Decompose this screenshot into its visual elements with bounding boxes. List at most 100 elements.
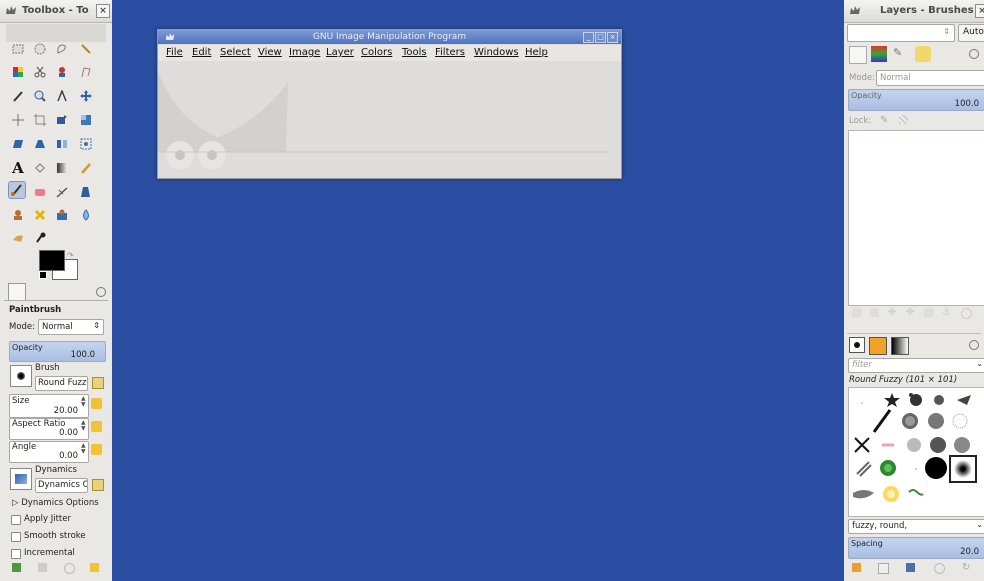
brush-thumb[interactable]: [877, 456, 899, 480]
tab-paths[interactable]: ✎: [893, 46, 909, 62]
duplicate-layer-icon[interactable]: [924, 308, 933, 317]
paintbrush-tool-icon[interactable]: [8, 181, 26, 199]
brush-thumb[interactable]: [871, 408, 893, 434]
opacity-slider[interactable]: Opacity 100.0: [9, 341, 106, 362]
scale-tool-icon[interactable]: [77, 111, 95, 129]
brush-thumb[interactable]: [903, 434, 925, 456]
tab-layers[interactable]: [849, 46, 867, 64]
brush-preview-button[interactable]: [10, 365, 32, 387]
dynamics-preview-button[interactable]: [10, 468, 32, 490]
delete-layer-icon[interactable]: [961, 308, 972, 319]
tab-menu-icon[interactable]: [96, 287, 106, 297]
brush-grid[interactable]: · ·: [848, 387, 984, 517]
aspect-ratio-spinner[interactable]: Aspect Ratio 0.00 ▲ ▼: [9, 418, 89, 440]
angle-reset-icon[interactable]: [91, 444, 102, 455]
ellipse-select-tool-icon[interactable]: [31, 40, 49, 58]
ink-tool-icon[interactable]: [77, 183, 95, 201]
refresh-brushes-icon[interactable]: ↻: [962, 562, 970, 573]
cage-transform-tool-icon[interactable]: [77, 135, 95, 153]
layers-list[interactable]: [848, 130, 984, 306]
fuzzy-select-tool-icon[interactable]: [77, 40, 95, 58]
spacing-slider[interactable]: Spacing 20.0: [848, 537, 984, 559]
free-select-tool-icon[interactable]: [53, 40, 71, 58]
menu-tools[interactable]: Tools: [402, 47, 427, 58]
text-tool-icon[interactable]: A: [9, 159, 27, 177]
layers-mode-select[interactable]: Normal: [876, 70, 984, 86]
clone-tool-icon[interactable]: [9, 206, 27, 224]
smudge-tool-icon[interactable]: [9, 229, 27, 247]
select-by-color-tool-icon[interactable]: [9, 63, 27, 81]
airbrush-tool-icon[interactable]: [53, 183, 71, 201]
brush-thumb[interactable]: [925, 410, 947, 432]
tab-undo[interactable]: [915, 46, 931, 62]
lock-pixels-icon[interactable]: ✎: [880, 115, 888, 126]
gimp-titlebar[interactable]: GNU Image Manipulation Program _ □ ×: [158, 30, 621, 44]
crop-tool-icon[interactable]: [31, 111, 49, 129]
aspect-reset-icon[interactable]: [91, 421, 102, 432]
brush-filter-input[interactable]: filter ⌄: [848, 358, 984, 373]
apply-jitter-checkbox[interactable]: [11, 515, 21, 525]
brush-tags-input[interactable]: fuzzy, round, ⌄: [848, 519, 984, 534]
menu-edit[interactable]: Edit: [192, 47, 211, 58]
swap-colors-icon[interactable]: ↷: [67, 251, 74, 260]
reset-options-icon[interactable]: [90, 563, 99, 572]
brush-thumb[interactable]: [923, 455, 949, 481]
brush-thumb[interactable]: [879, 482, 903, 506]
maximize-icon[interactable]: □: [595, 32, 606, 43]
menu-image[interactable]: Image: [289, 47, 320, 58]
brush-thumb[interactable]: [851, 484, 877, 506]
brush-thumb[interactable]: [853, 458, 875, 480]
scissors-select-tool-icon[interactable]: [31, 63, 49, 81]
save-options-icon[interactable]: [12, 563, 21, 572]
menu-layer[interactable]: Layer: [326, 47, 354, 58]
brush-thumb[interactable]: [851, 434, 873, 456]
menu-select[interactable]: Select: [220, 47, 251, 58]
bucket-fill-tool-icon[interactable]: [31, 159, 49, 177]
foreground-color-swatch[interactable]: [39, 250, 65, 271]
heal-tool-icon[interactable]: [31, 206, 49, 224]
new-group-icon[interactable]: [870, 308, 879, 317]
delete-options-icon[interactable]: [64, 563, 75, 574]
color-picker-tool-icon[interactable]: [9, 87, 27, 105]
reset-dynamics-icon[interactable]: [92, 479, 104, 491]
menu-view[interactable]: View: [258, 47, 282, 58]
lower-layer-icon[interactable]: ✥: [906, 307, 914, 318]
raise-layer-icon[interactable]: ✥: [888, 307, 896, 318]
foreground-select-tool-icon[interactable]: [53, 63, 71, 81]
size-reset-icon[interactable]: [91, 398, 102, 409]
dodge-burn-tool-icon[interactable]: [31, 229, 49, 247]
toolbox-titlebar[interactable]: Toolbox - To ×: [0, 0, 112, 23]
incremental-checkbox[interactable]: [11, 549, 21, 559]
brush-thumb[interactable]: ·: [851, 392, 873, 414]
delete-brush-icon[interactable]: [934, 563, 945, 574]
reset-colors-icon[interactable]: [39, 271, 47, 279]
image-selector[interactable]: ⇕: [847, 24, 955, 42]
zoom-tool-icon[interactable]: [31, 87, 49, 105]
brush-thumb[interactable]: [905, 482, 927, 504]
blur-tool-icon[interactable]: [77, 206, 95, 224]
rect-select-tool-icon[interactable]: [9, 40, 27, 58]
menu-filters[interactable]: Filters: [435, 47, 465, 58]
flip-tool-icon[interactable]: [53, 135, 71, 153]
layers-titlebar[interactable]: Layers - Brushes ×: [844, 0, 984, 23]
size-spinner[interactable]: Size 20.00 ▲ ▼: [9, 394, 89, 418]
rotate-tool-icon[interactable]: [53, 111, 71, 129]
dynamics-options-expander[interactable]: ▷ Dynamics Options: [12, 498, 99, 508]
brush-thumb[interactable]: [953, 389, 975, 411]
brush-thumb[interactable]: [949, 410, 971, 432]
move-tool-icon[interactable]: [77, 87, 95, 105]
brush-thumb[interactable]: [927, 434, 949, 456]
auto-button[interactable]: Auto: [958, 24, 984, 42]
brush-thumb[interactable]: [951, 434, 973, 456]
tool-options-tab[interactable]: [8, 283, 26, 300]
paths-tool-icon[interactable]: [77, 63, 95, 81]
close-icon[interactable]: ×: [975, 4, 984, 18]
menu-file[interactable]: File: [166, 47, 183, 58]
anchor-layer-icon[interactable]: ⚓: [942, 307, 951, 318]
brush-thumb[interactable]: [877, 434, 899, 456]
tab-menu-icon[interactable]: [969, 49, 979, 59]
tab-channels[interactable]: [871, 46, 887, 62]
measure-tool-icon[interactable]: [53, 87, 71, 105]
new-brush-icon[interactable]: [878, 563, 889, 574]
restore-options-icon[interactable]: [38, 563, 47, 572]
